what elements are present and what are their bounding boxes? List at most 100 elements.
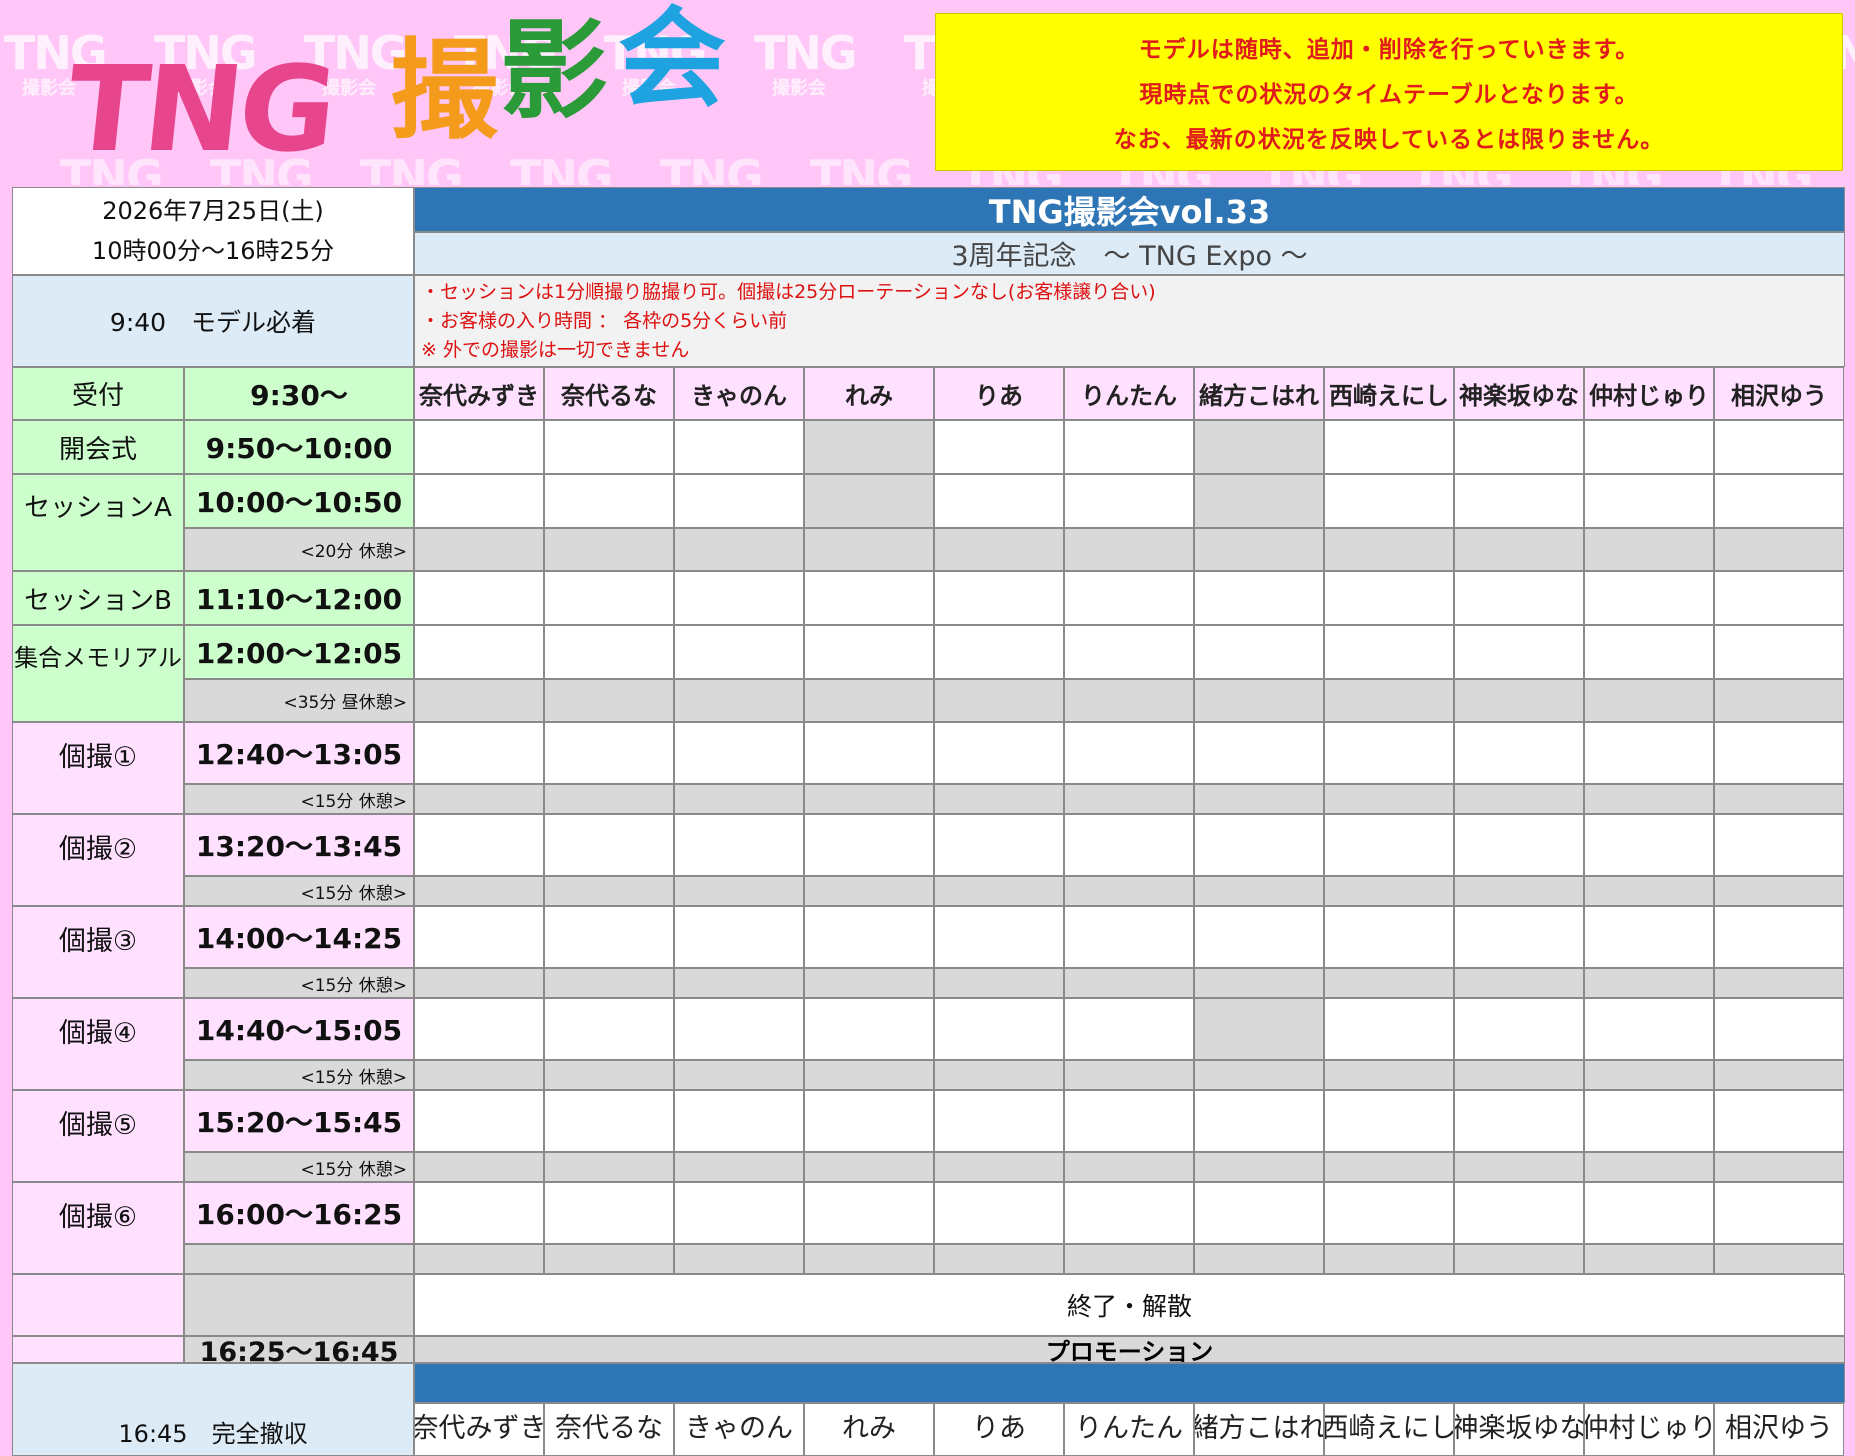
- slot-cell: [1454, 1152, 1584, 1182]
- slot-cell: [1584, 528, 1714, 571]
- slot-cell: [1064, 1152, 1194, 1182]
- slot-cell: [1454, 420, 1584, 474]
- session-a-time: 10:00～10:50: [184, 474, 414, 528]
- slot-cell: [674, 528, 804, 571]
- slot-cell: [934, 998, 1064, 1060]
- slot-cell: [674, 722, 804, 784]
- slot-cell: [1714, 679, 1844, 722]
- model-footer: りあ: [934, 1403, 1064, 1456]
- logo-kanji-3: 会: [618, 0, 727, 122]
- kosatsu-label: 個撮②: [12, 814, 184, 906]
- kosatsu-time: 12:40～13:05: [184, 722, 414, 784]
- slot-cell: [1194, 528, 1324, 571]
- notice-line: なお、最新の状況を反映しているとは限りません。: [1113, 127, 1665, 153]
- slot-cell: [1324, 1152, 1454, 1182]
- slot-cell: [1454, 1182, 1584, 1244]
- slot-cell: [1324, 876, 1454, 906]
- slot-cell: [934, 625, 1064, 679]
- slot-cell: [1714, 1244, 1844, 1274]
- kosatsu-time: 14:00～14:25: [184, 906, 414, 968]
- slot-cell: [1064, 784, 1194, 814]
- slot-cell: [414, 679, 544, 722]
- rule-line: ※ 外での撮影は一切できません: [421, 339, 690, 361]
- slot-cell: [804, 876, 934, 906]
- slot-cell: [674, 1090, 804, 1152]
- slot-cell: [804, 814, 934, 876]
- slot-cell: [1324, 474, 1454, 528]
- break-label: <35分 昼休憩>: [184, 679, 414, 722]
- break-label: <15分 休憩>: [184, 968, 414, 998]
- slot-cell: [674, 474, 804, 528]
- slot-cell: [1454, 814, 1584, 876]
- model-header: りんたん: [1064, 367, 1194, 420]
- slot-cell: [544, 1182, 674, 1244]
- slot-cell: [1064, 528, 1194, 571]
- model-header: 仲村じゅり: [1584, 367, 1714, 420]
- slot-cell: [414, 1060, 544, 1090]
- slot-cell: [804, 968, 934, 998]
- slot-cell: [1454, 474, 1584, 528]
- slot-cell: [1194, 1182, 1324, 1244]
- slot-cell: [1714, 474, 1844, 528]
- slot-cell: [1064, 1090, 1194, 1152]
- watermark-text: TNG: [660, 150, 764, 185]
- break-label: <15分 休憩>: [184, 784, 414, 814]
- slot-cell: [1324, 998, 1454, 1060]
- slot-cell: [674, 876, 804, 906]
- slot-cell: [1194, 906, 1324, 968]
- slot-cell: [544, 474, 674, 528]
- slot-cell: [1714, 1152, 1844, 1182]
- slot-cell: [544, 1060, 674, 1090]
- slot-cell: [674, 1244, 804, 1274]
- slot-cell: [804, 1182, 934, 1244]
- rule-line: ・お客様の入り時間 ： 各枠の5分くらい前: [421, 310, 788, 332]
- promo-time: 16:25～16:45: [184, 1336, 414, 1363]
- watermark-text: TNG: [754, 26, 858, 80]
- slot-cell: [414, 528, 544, 571]
- slot-cell: [414, 876, 544, 906]
- logo-kanji-2: 影: [500, 9, 609, 134]
- slot-cell: [414, 784, 544, 814]
- slot-cell: [1454, 968, 1584, 998]
- kosatsu-label: 個撮④: [12, 998, 184, 1090]
- break-label: <15分 休憩>: [184, 1152, 414, 1182]
- slot-cell: [1454, 1244, 1584, 1274]
- slot-cell: [804, 1090, 934, 1152]
- watermark-text: TNG: [810, 150, 914, 185]
- slot-cell: [804, 1244, 934, 1274]
- kosatsu-time: 14:40～15:05: [184, 998, 414, 1060]
- rules-box: ・セッションは1分順撮り脇撮り可。個撮は25分ローテーションなし(お客様譲り合い…: [414, 275, 1845, 367]
- slot-cell: [934, 1182, 1064, 1244]
- slot-cell: [1714, 876, 1844, 906]
- slot-cell: [934, 474, 1064, 528]
- slot-cell: [934, 722, 1064, 784]
- session-b-time: 11:10～12:00: [184, 571, 414, 625]
- logo-latin: TNG: [60, 40, 340, 178]
- slot-cell: [1454, 1090, 1584, 1152]
- slot-cell: [1584, 1090, 1714, 1152]
- model-footer: きゃのん: [674, 1403, 804, 1456]
- session-a-label: セッションA: [12, 474, 184, 571]
- logo-kanji-1: 撮: [390, 29, 499, 154]
- model-footer: 緒方こはれ: [1194, 1403, 1324, 1456]
- model-header: りあ: [934, 367, 1064, 420]
- slot-cell: [1714, 1060, 1844, 1090]
- promo-spacer: [12, 1336, 184, 1363]
- slot-cell: [414, 722, 544, 784]
- slot-cell: [674, 784, 804, 814]
- slot-cell: [544, 679, 674, 722]
- slot-cell: [1584, 906, 1714, 968]
- slot-cell: [934, 1090, 1064, 1152]
- slot-cell: [1714, 784, 1844, 814]
- slot-cell: [934, 420, 1064, 474]
- slot-cell: [414, 906, 544, 968]
- slot-cell: [1194, 1244, 1324, 1274]
- slot-cell: [674, 1060, 804, 1090]
- slot-cell: [1194, 679, 1324, 722]
- slot-cell: [1714, 625, 1844, 679]
- slot-cell: [1064, 571, 1194, 625]
- slot-cell: [804, 1060, 934, 1090]
- slot-cell: [544, 420, 674, 474]
- slot-cell: [1454, 625, 1584, 679]
- slot-cell: [674, 1182, 804, 1244]
